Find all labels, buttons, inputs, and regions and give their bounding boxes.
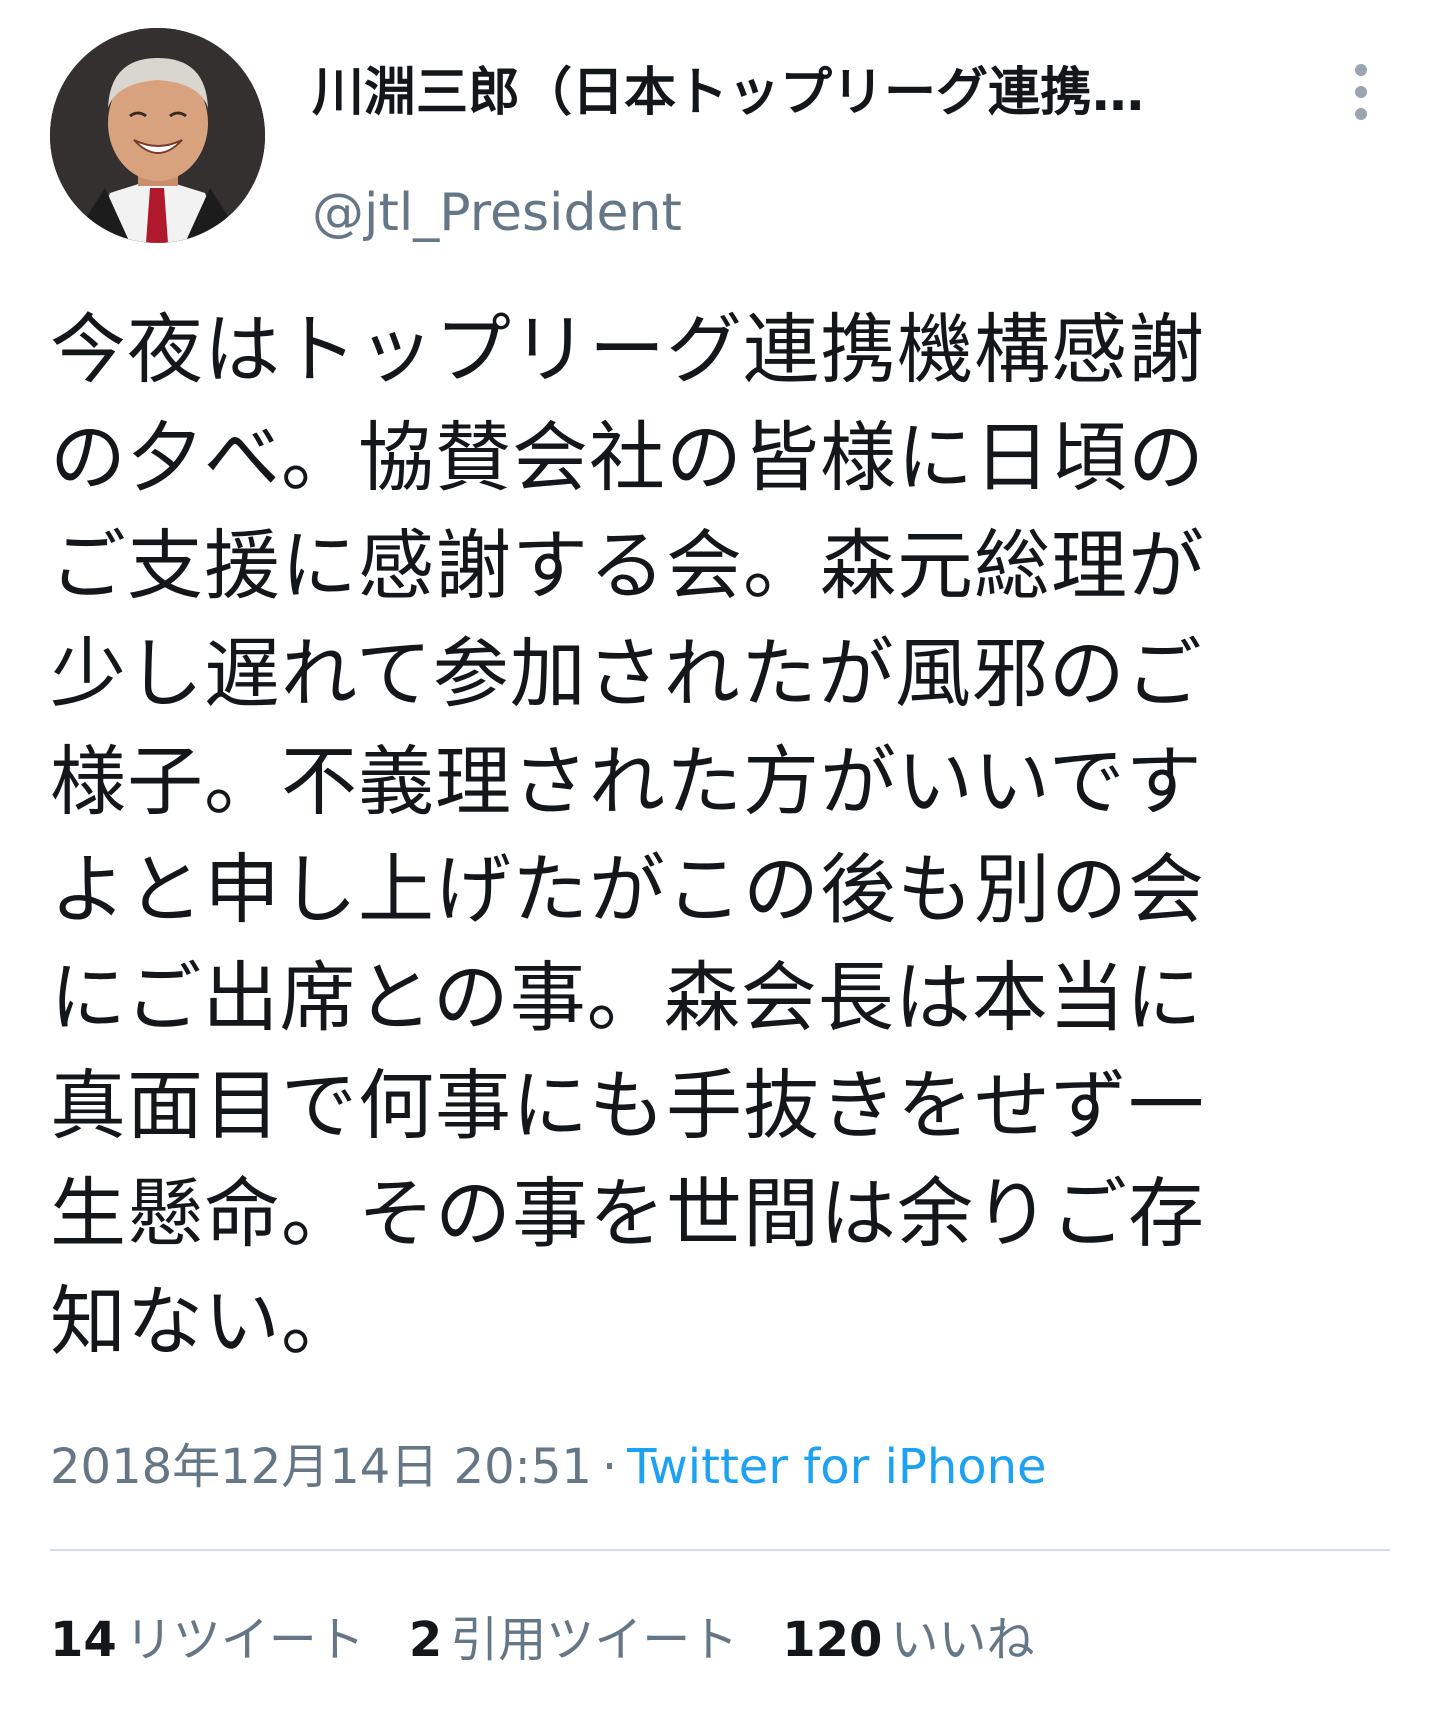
tweet-text-line: 知ない。: [50, 1277, 358, 1366]
avatar-photo: [50, 28, 265, 243]
tweet-text: 今夜はトップリーグ連携機構感謝 の夕べ。協賛会社の皆様に日頃の ご支援に感謝する会。…: [50, 296, 1390, 1376]
avatar[interactable]: [50, 28, 265, 243]
retweet-label: リツイート: [124, 1612, 365, 1668]
tweet-header: 川淵三郎（日本トップリーグ連携… @jtl_President: [50, 28, 1390, 248]
tweet-text-line: 生懸命。その事を世間は余りご存: [50, 1169, 1205, 1258]
like-count: 120: [782, 1612, 883, 1668]
source-link[interactable]: Twitter for iPhone: [627, 1439, 1046, 1495]
meta-separator: ·: [601, 1439, 618, 1495]
quotes-stat[interactable]: 2 引用ツイート: [409, 1605, 738, 1675]
tweet-text-line: の夕べ。協賛会社の皆様に日頃の: [50, 413, 1205, 502]
tweet-text-line: よと申し上げたがこの後も別の会: [50, 845, 1205, 934]
user-handle[interactable]: @jtl_President: [312, 178, 682, 248]
tweet: 川淵三郎（日本トップリーグ連携… @jtl_President 今夜はトップリー…: [0, 0, 1440, 1714]
retweet-count: 14: [50, 1612, 117, 1668]
likes-stat[interactable]: 120 いいね: [782, 1605, 1034, 1675]
tweet-text-line: にご出席との事。森会長は本当に: [50, 953, 1203, 1042]
tweet-meta: 2018年12月14日 20:51 · Twitter for iPhone: [50, 1432, 1047, 1502]
engagement-stats: 14 リツイート 2 引用ツイート 120 いいね: [50, 1605, 1078, 1675]
more-vertical-icon: [1355, 64, 1367, 76]
retweets-stat[interactable]: 14 リツイート: [50, 1605, 365, 1675]
quote-count: 2: [408, 1612, 443, 1668]
like-label: いいね: [890, 1612, 1035, 1668]
tweet-text-line: 様子。不義理された方がいいです: [50, 737, 1203, 826]
timestamp[interactable]: 2018年12月14日 20:51: [50, 1439, 592, 1495]
tweet-text-line: ご支援に感謝する会。森元総理が: [50, 521, 1205, 610]
more-vertical-icon: [1355, 108, 1367, 120]
more-options-button[interactable]: [1330, 60, 1390, 160]
tweet-text-line: 少し遅れて参加されたが風邪のご: [50, 629, 1203, 718]
more-vertical-icon: [1355, 86, 1367, 98]
display-name[interactable]: 川淵三郎（日本トップリーグ連携…: [312, 58, 1292, 128]
tweet-text-line: 今夜はトップリーグ連携機構感謝: [50, 305, 1205, 394]
divider: [50, 1549, 1390, 1551]
tweet-text-line: 真面目で何事にも手抜きをせず一: [50, 1061, 1205, 1150]
quote-label: 引用ツイート: [450, 1612, 739, 1668]
